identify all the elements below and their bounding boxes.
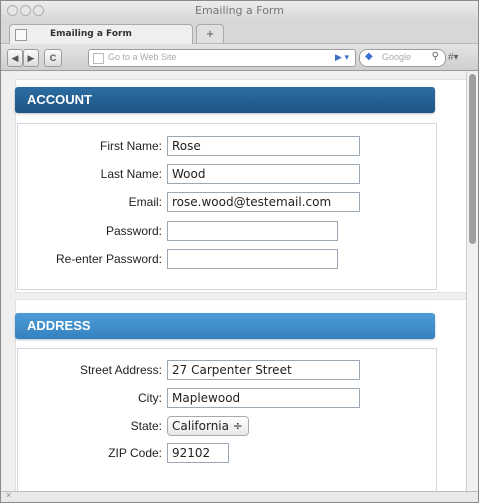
form-row-first-name: First Name: Rose	[18, 136, 436, 158]
form-row-last-name: Last Name: Wood	[18, 164, 436, 186]
scrollbar-thumb[interactable]	[469, 74, 476, 244]
status-bar: ×	[1, 490, 478, 502]
form-row-state: State: California ÷	[18, 416, 436, 438]
state-label: State:	[130, 419, 162, 433]
search-icon[interactable]: ⚲	[432, 51, 439, 62]
password-label: Password:	[105, 224, 162, 238]
back-button[interactable]: ◀	[7, 49, 23, 67]
search-engine-label: Google	[382, 52, 412, 62]
search-engine-icon[interactable]: ◆	[365, 51, 373, 62]
account-heading: ACCOUNT	[15, 87, 435, 113]
zip-code-field[interactable]: 92102	[167, 443, 229, 463]
last-name-label: Last Name:	[100, 167, 162, 181]
url-placeholder: Go to a Web Site	[108, 52, 177, 62]
tab-label: Emailing a Form	[50, 29, 132, 39]
street-address-label: Street Address:	[79, 363, 162, 377]
close-status-icon[interactable]: ×	[6, 490, 11, 500]
form-row-city: City: Maplewood	[18, 388, 436, 410]
password-field[interactable]	[167, 221, 338, 241]
first-name-field[interactable]: Rose	[167, 136, 360, 156]
reload-button[interactable]: C	[44, 49, 62, 67]
tab-emailing-a-form[interactable]: Emailing a Form	[9, 24, 193, 44]
street-address-field[interactable]: 27 Carpenter Street	[167, 360, 360, 380]
form-row-email: Email: rose.wood@testemail.com	[18, 192, 436, 214]
forward-button[interactable]: ▶	[23, 49, 39, 67]
vertical-scrollbar[interactable]	[466, 71, 478, 491]
email-label: Email:	[128, 195, 162, 209]
bookmark-menu-icon[interactable]: #▾	[448, 52, 459, 63]
form-row-street: Street Address: 27 Carpenter Street	[18, 360, 436, 382]
form-row-reenter-password: Re-enter Password:	[18, 249, 436, 271]
city-field[interactable]: Maplewood	[167, 388, 360, 408]
email-field[interactable]: rose.wood@testemail.com	[167, 192, 360, 212]
account-form: First Name: Rose Last Name: Wood Email: …	[17, 123, 437, 290]
title-bar: Emailing a Form	[1, 1, 478, 21]
tab-bar: Emailing a Form +	[1, 21, 478, 44]
go-arrow-icon[interactable]: ▶ ▾	[335, 52, 349, 63]
navigation-toolbar: ◀ ▶ C Go to a Web Site ▶ ▾ ◆ Google ⚲ #▾	[1, 44, 478, 71]
state-select[interactable]: California ÷	[167, 416, 249, 436]
city-label: City:	[138, 391, 162, 405]
page-content: ACCOUNT First Name: Rose Last Name: Wood…	[1, 71, 467, 500]
reload-icon: C	[49, 53, 57, 63]
reenter-password-label: Re-enter Password:	[55, 252, 162, 266]
search-bar[interactable]: ◆ Google ⚲	[359, 49, 446, 67]
tab-page-icon	[15, 29, 27, 41]
zip-code-label: ZIP Code:	[108, 446, 162, 460]
form-row-zip: ZIP Code: 92102	[18, 443, 436, 465]
address-heading: ADDRESS	[15, 313, 435, 339]
forward-arrow-icon: ▶	[27, 53, 35, 63]
site-icon	[93, 53, 104, 64]
window-title: Emailing a Form	[195, 4, 284, 17]
reenter-password-field[interactable]	[167, 249, 338, 269]
back-arrow-icon: ◀	[11, 53, 19, 63]
last-name-field[interactable]: Wood	[167, 164, 360, 184]
form-row-password: Password:	[18, 221, 436, 243]
new-tab-button[interactable]: +	[196, 24, 224, 43]
address-form: Street Address: 27 Carpenter Street City…	[17, 348, 437, 500]
url-bar[interactable]: Go to a Web Site ▶ ▾	[88, 49, 356, 67]
first-name-label: First Name:	[99, 139, 162, 153]
browser-window: Emailing a Form Emailing a Form + ◀ ▶ C …	[0, 0, 479, 503]
